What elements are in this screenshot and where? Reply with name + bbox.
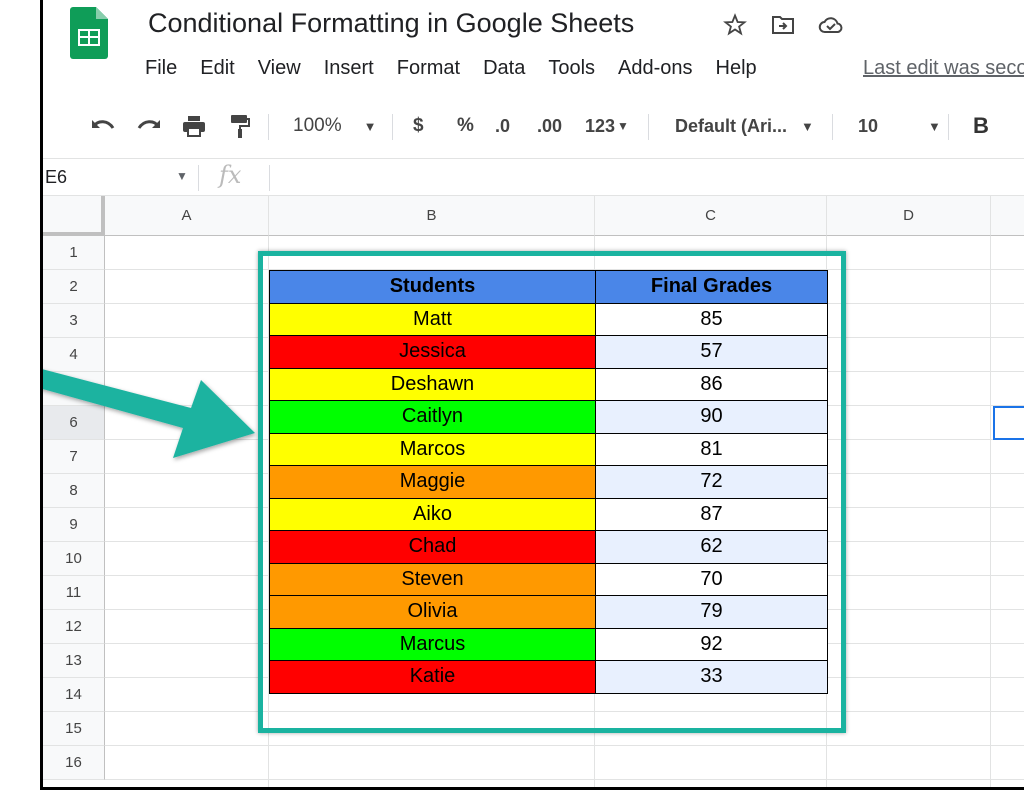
paint-format-icon[interactable] [229,100,251,152]
chevron-down-icon: ▼ [363,118,377,134]
column-header-e[interactable] [991,196,1024,236]
name-box[interactable]: E6 [45,167,67,188]
highlight-box [258,251,846,733]
sheets-window: Conditional Formatting in Google Sheets … [40,0,1024,790]
menu-edit[interactable]: Edit [200,57,234,80]
increase-decimal-button[interactable]: .00 [537,100,562,152]
row-header-10[interactable]: 10 [43,542,105,576]
bold-button[interactable]: B [973,100,989,152]
formula-input[interactable] [279,167,1019,189]
font-select[interactable]: Default (Ari... ▼ [675,100,814,152]
row-header-9[interactable]: 9 [43,508,105,542]
move-to-folder-icon[interactable] [769,12,797,38]
toolbar: 100% ▼ $ % .0 .00 123 ▼ Default (Ari... ▼ … [43,100,1024,152]
zoom-select[interactable]: 100% ▼ [293,100,376,152]
row-header-8[interactable]: 8 [43,474,105,508]
menu-view[interactable]: View [258,57,301,80]
selected-cell-e6[interactable] [993,406,1024,440]
column-header-c[interactable]: C [595,196,827,236]
row-header-16[interactable]: 16 [43,746,105,780]
percent-button[interactable]: % [457,100,474,152]
column-header-d[interactable]: D [827,196,991,236]
menu-tools[interactable]: Tools [548,57,595,80]
menu-format[interactable]: Format [397,57,460,80]
column-header-b[interactable]: B [269,196,595,236]
row-header-12[interactable]: 12 [43,610,105,644]
menu-data[interactable]: Data [483,57,525,80]
print-icon[interactable] [181,100,207,152]
font-size-select[interactable]: 10 ▼ [858,100,941,152]
row-header-13[interactable]: 13 [43,644,105,678]
menu-help[interactable]: Help [716,57,757,80]
menu-insert[interactable]: Insert [324,57,374,80]
menu-bar: File Edit View Insert Format Data Tools … [145,57,780,80]
more-formats-button[interactable]: 123 ▼ [585,100,629,152]
menu-addons[interactable]: Add-ons [618,57,693,80]
select-all-corner[interactable] [43,196,105,236]
formula-bar: E6 ▼ fx [43,158,1024,196]
row-header-14[interactable]: 14 [43,678,105,712]
menu-file[interactable]: File [145,57,177,80]
redo-icon[interactable] [135,100,163,152]
row-header-11[interactable]: 11 [43,576,105,610]
arrow-annotation-icon [43,369,255,458]
sheets-logo-icon[interactable] [70,7,108,59]
name-box-dropdown-icon[interactable]: ▼ [176,169,188,183]
undo-icon[interactable] [89,100,117,152]
row-header-3[interactable]: 3 [43,304,105,338]
fx-icon: fx [219,161,242,189]
row-header-15[interactable]: 15 [43,712,105,746]
decrease-decimal-button[interactable]: .0 [495,100,510,152]
currency-button[interactable]: $ [413,100,424,152]
last-edit-link[interactable]: Last edit was seconds ago [863,57,1024,80]
row-header-1[interactable]: 1 [43,236,105,270]
column-header-a[interactable]: A [105,196,269,236]
star-icon[interactable] [721,12,749,38]
zoom-value: 100% [293,115,342,136]
spreadsheet-grid[interactable]: A B C D 12345678910111213141516 Students… [43,196,1024,787]
cloud-saved-icon[interactable] [817,12,845,38]
document-title[interactable]: Conditional Formatting in Google Sheets [148,8,634,39]
row-header-2[interactable]: 2 [43,270,105,304]
